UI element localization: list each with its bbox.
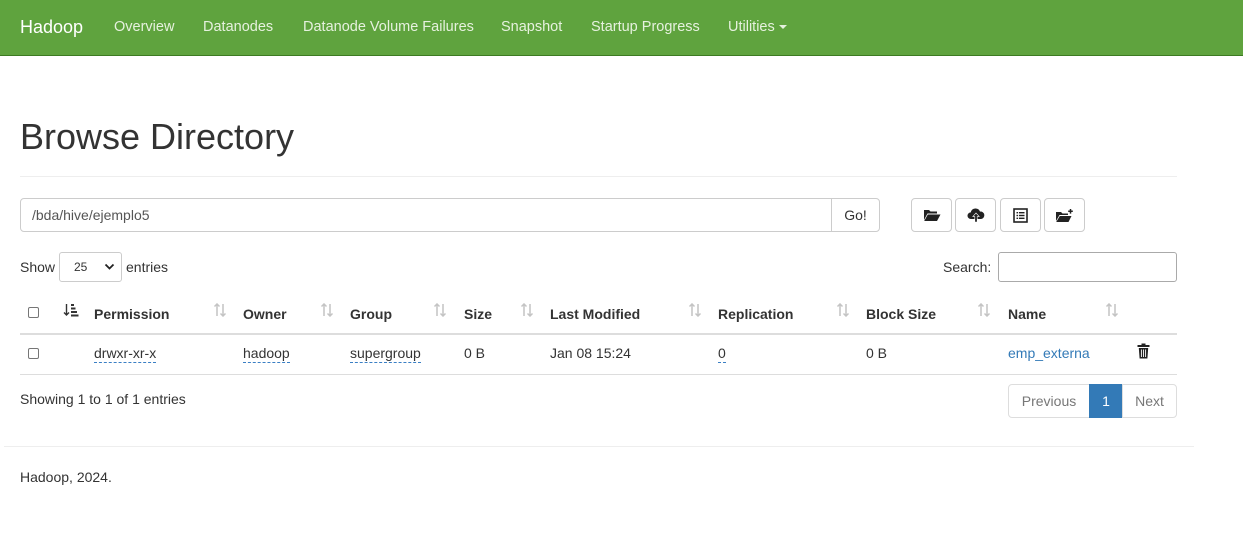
browse-folder-button[interactable] — [911, 198, 952, 232]
col-header-group[interactable]: Group — [350, 306, 392, 322]
list-alt-icon — [1013, 207, 1028, 223]
pagination-next-button[interactable]: Next — [1122, 384, 1177, 418]
list-view-button[interactable] — [1000, 198, 1041, 232]
select-all-checkbox[interactable] — [28, 307, 39, 318]
cell-group[interactable]: supergroup — [350, 345, 421, 363]
sort-icon[interactable] — [688, 303, 702, 317]
nav-datanodes[interactable]: Datanodes — [203, 19, 273, 35]
navbar-brand[interactable]: Hadoop — [20, 17, 83, 38]
col-header-replication[interactable]: Replication — [718, 306, 793, 322]
sort-icon[interactable] — [213, 303, 227, 317]
create-folder-button[interactable] — [1044, 198, 1085, 232]
nav-utilities-dropdown[interactable]: Utilities — [728, 19, 787, 35]
cell-permission[interactable]: drwxr-xr-x — [94, 345, 157, 363]
nav-snapshot[interactable]: Snapshot — [501, 19, 562, 35]
pagination-previous-button[interactable]: Previous — [1008, 384, 1090, 418]
sort-icon[interactable] — [977, 303, 991, 317]
nav-utilities-label: Utilities — [728, 19, 775, 35]
cell-owner[interactable]: hadoop — [243, 345, 290, 363]
nav-overview[interactable]: Overview — [114, 19, 174, 35]
show-label: Show — [20, 259, 56, 275]
sort-icon[interactable] — [836, 303, 850, 317]
cloud-upload-icon — [967, 208, 984, 222]
top-navbar: Hadoop Overview Datanodes Datanode Volum… — [0, 0, 1243, 56]
cell-size: 0 B — [464, 345, 486, 361]
row-select-checkbox[interactable] — [28, 348, 39, 359]
col-header-permission[interactable]: Permission — [94, 306, 169, 322]
sort-icon[interactable] — [320, 303, 334, 317]
caret-down-icon — [778, 25, 787, 30]
cell-last-modified: Jan 08 15:24 — [550, 345, 631, 361]
col-header-owner[interactable]: Owner — [243, 306, 287, 322]
sort-active-icon[interactable] — [63, 303, 79, 317]
pagination-info: Showing 1 to 1 of 1 entries — [20, 391, 186, 407]
search-input[interactable] — [998, 252, 1177, 282]
page-title: Browse Directory — [20, 116, 295, 157]
nav-startup-progress[interactable]: Startup Progress — [591, 19, 700, 35]
upload-file-button[interactable] — [955, 198, 996, 232]
nav-datanode-volume-failures[interactable]: Datanode Volume Failures — [303, 19, 474, 35]
cell-name-link[interactable]: emp_externa — [1008, 345, 1090, 361]
create-folder-icon — [1056, 208, 1073, 222]
sort-icon[interactable] — [433, 303, 447, 317]
entries-select-value: 25 — [74, 260, 88, 274]
col-header-name[interactable]: Name — [1008, 306, 1046, 322]
entries-label: entries — [126, 259, 169, 275]
pagination-page-1[interactable]: 1 — [1089, 384, 1123, 418]
footer-text: Hadoop, 2024. — [20, 469, 112, 485]
col-header-last-modified[interactable]: Last Modified — [550, 306, 640, 322]
chevron-down-icon — [104, 263, 115, 270]
sort-icon[interactable] — [1105, 303, 1119, 317]
cell-block-size: 0 B — [866, 345, 888, 361]
cell-replication[interactable]: 0 — [718, 345, 726, 363]
go-button[interactable]: Go! — [831, 198, 880, 232]
footer-divider — [4, 446, 1194, 447]
title-divider — [20, 176, 1177, 177]
trash-icon[interactable] — [1137, 343, 1150, 359]
search-label: Search: — [943, 259, 992, 275]
sort-icon[interactable] — [520, 303, 534, 317]
table-row-divider — [20, 374, 1177, 375]
folder-open-icon — [923, 210, 940, 221]
col-header-block-size[interactable]: Block Size — [866, 306, 936, 322]
entries-per-page-select[interactable]: 25 — [59, 252, 122, 282]
directory-path-input[interactable] — [20, 198, 832, 232]
col-header-size[interactable]: Size — [464, 306, 492, 322]
table-header-divider — [20, 333, 1177, 335]
